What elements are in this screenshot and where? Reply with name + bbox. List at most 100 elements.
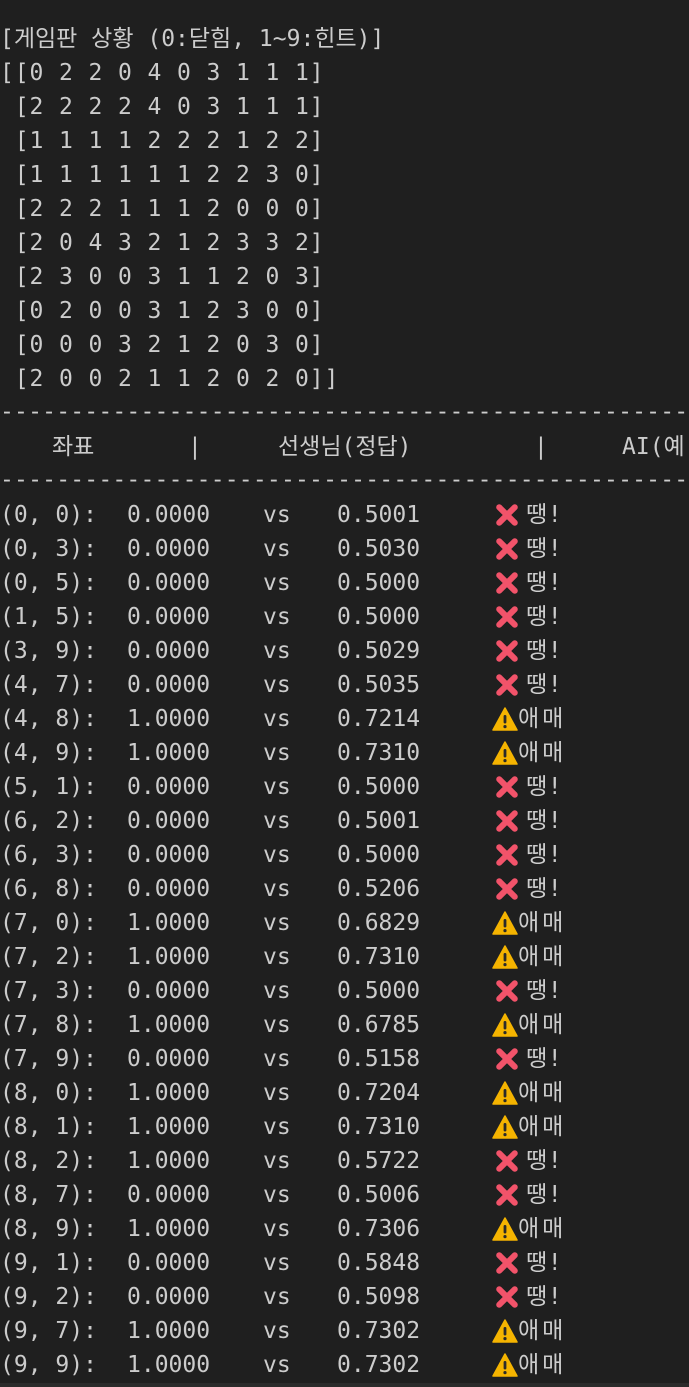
vs-label: vs bbox=[263, 1318, 291, 1344]
teacher-value: 0.0000 bbox=[127, 536, 211, 562]
x-icon bbox=[492, 568, 522, 598]
teacher-value: 0.0000 bbox=[127, 502, 211, 528]
board-row-text: [[0 2 2 0 4 0 3 1 1 1] bbox=[0, 60, 325, 86]
result-cell: 땡! bbox=[492, 872, 562, 906]
result-label: 땡! bbox=[526, 570, 563, 596]
vs-label: vs bbox=[263, 604, 291, 630]
result-cell: 땡! bbox=[492, 1280, 562, 1314]
x-icon bbox=[492, 806, 522, 836]
result-cell: 땡! bbox=[492, 1246, 562, 1280]
header-separator: | bbox=[534, 434, 548, 460]
result-label: 땡! bbox=[526, 672, 563, 698]
vs-label: vs bbox=[263, 808, 291, 834]
ai-value: 0.5098 bbox=[337, 1284, 421, 1310]
result-cell: 땡! bbox=[492, 634, 562, 668]
header-teacher: 선생님(정답) bbox=[278, 434, 412, 460]
result-cell: 땡! bbox=[492, 498, 562, 532]
teacher-value: 0.0000 bbox=[127, 1182, 211, 1208]
header-coord: 좌표 bbox=[52, 434, 95, 460]
coord-cell: (8, 1): bbox=[0, 1114, 97, 1140]
ai-value: 0.7310 bbox=[337, 740, 421, 766]
teacher-value: 0.0000 bbox=[127, 672, 211, 698]
ai-value: 0.5000 bbox=[337, 604, 421, 630]
warning-icon bbox=[492, 1115, 518, 1139]
teacher-value: 0.0000 bbox=[127, 1250, 211, 1276]
vs-label: vs bbox=[263, 774, 291, 800]
x-icon bbox=[492, 840, 522, 870]
coord-cell: (7, 8): bbox=[0, 1012, 97, 1038]
vs-label: vs bbox=[263, 1250, 291, 1276]
teacher-value: 1.0000 bbox=[127, 1352, 211, 1378]
warning-icon bbox=[492, 911, 518, 935]
result-cell: 땡! bbox=[492, 668, 562, 702]
teacher-value: 0.0000 bbox=[127, 638, 211, 664]
result-cell: 애매 bbox=[492, 1212, 566, 1246]
result-cell: 땡! bbox=[492, 838, 562, 872]
board-row-text: [2 2 2 1 1 1 2 0 0 0] bbox=[0, 196, 325, 222]
coord-cell: (1, 5): bbox=[0, 604, 97, 630]
vs-label: vs bbox=[263, 1148, 291, 1174]
vs-label: vs bbox=[263, 672, 291, 698]
vs-label: vs bbox=[263, 1012, 291, 1038]
result-cell: 땡! bbox=[492, 974, 562, 1008]
x-icon bbox=[492, 1180, 522, 1210]
coord-cell: (4, 9): bbox=[0, 740, 97, 766]
teacher-value: 1.0000 bbox=[127, 944, 211, 970]
vs-label: vs bbox=[263, 1046, 291, 1072]
result-cell: 애매 bbox=[492, 1076, 566, 1110]
x-icon bbox=[492, 500, 522, 530]
result-label: 땡! bbox=[526, 978, 563, 1004]
board-row-text: [2 0 0 2 1 1 2 0 2 0]] bbox=[0, 366, 340, 392]
coord-cell: (6, 2): bbox=[0, 808, 97, 834]
result-cell: 땡! bbox=[492, 770, 562, 804]
warning-icon bbox=[492, 1217, 518, 1241]
teacher-value: 0.0000 bbox=[127, 604, 211, 630]
terminal-output[interactable]: [게임판 상황 (0:닫힘, 1~9:힌트)] [[0 2 2 0 4 0 3 … bbox=[0, 0, 689, 1387]
coord-cell: (9, 7): bbox=[0, 1318, 97, 1344]
result-label: 땡! bbox=[526, 536, 563, 562]
header-ai: AI(예 bbox=[622, 434, 685, 460]
result-label: 땡! bbox=[526, 502, 563, 528]
result-cell: 애매 bbox=[492, 1110, 566, 1144]
result-label: 애매 bbox=[518, 740, 567, 766]
board-row-text: [2 0 4 3 2 1 2 3 3 2] bbox=[0, 230, 325, 256]
teacher-value: 1.0000 bbox=[127, 910, 211, 936]
ai-value: 0.7306 bbox=[337, 1216, 421, 1242]
result-cell: 땡! bbox=[492, 532, 562, 566]
vs-label: vs bbox=[263, 876, 291, 902]
vs-label: vs bbox=[263, 944, 291, 970]
result-label: 땡! bbox=[526, 604, 563, 630]
board-row-text: [1 1 1 1 1 1 2 2 3 0] bbox=[0, 162, 325, 188]
result-cell: 애매 bbox=[492, 1314, 566, 1348]
coord-cell: (4, 7): bbox=[0, 672, 97, 698]
board-row-text: [0 2 0 0 3 1 2 3 0 0] bbox=[0, 298, 325, 324]
result-cell: 애매 bbox=[492, 702, 566, 736]
ai-value: 0.5030 bbox=[337, 536, 421, 562]
result-label: 땡! bbox=[526, 808, 563, 834]
vs-label: vs bbox=[263, 1284, 291, 1310]
board-row: [0 0 0 3 2 1 2 0 3 0] bbox=[0, 328, 324, 362]
ai-value: 0.5000 bbox=[337, 570, 421, 596]
vs-label: vs bbox=[263, 706, 291, 732]
coord-cell: (7, 0): bbox=[0, 910, 97, 936]
coord-cell: (9, 2): bbox=[0, 1284, 97, 1310]
ai-value: 0.7310 bbox=[337, 1114, 421, 1140]
teacher-value: 0.0000 bbox=[127, 1284, 211, 1310]
x-icon bbox=[492, 874, 522, 904]
x-icon bbox=[492, 602, 522, 632]
result-cell: 땡! bbox=[492, 1042, 562, 1076]
ai-value: 0.5001 bbox=[337, 502, 421, 528]
coord-cell: (0, 0): bbox=[0, 502, 97, 528]
warning-icon bbox=[492, 1353, 518, 1377]
coord-cell: (7, 9): bbox=[0, 1046, 97, 1072]
coord-cell: (9, 1): bbox=[0, 1250, 97, 1276]
board-row: [1 1 1 1 1 1 2 2 3 0] bbox=[0, 158, 324, 192]
coord-cell: (9, 9): bbox=[0, 1352, 97, 1378]
vs-label: vs bbox=[263, 1080, 291, 1106]
vs-label: vs bbox=[263, 1182, 291, 1208]
x-icon bbox=[492, 1146, 522, 1176]
table-header: 좌표 | 선생님(정답) | AI(예 bbox=[0, 430, 685, 464]
vs-label: vs bbox=[263, 910, 291, 936]
result-cell: 애매 bbox=[492, 940, 566, 974]
result-label: 땡! bbox=[526, 1284, 563, 1310]
